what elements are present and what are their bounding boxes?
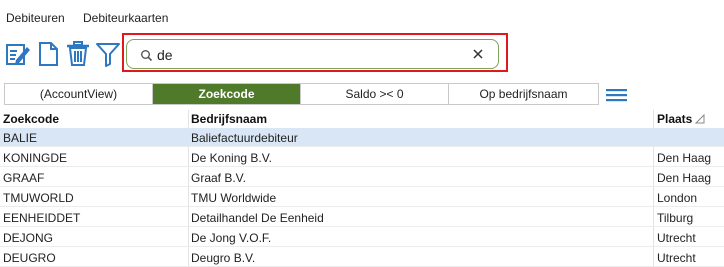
cell-zoekcode: GRAAF xyxy=(3,171,45,185)
cell-bedrijfsnaam: De Koning B.V. xyxy=(191,151,272,165)
cell-zoekcode: BALIE xyxy=(3,131,38,145)
menu-icon[interactable] xyxy=(605,87,628,103)
search-field[interactable] xyxy=(126,39,499,69)
clear-icon[interactable] xyxy=(472,48,484,60)
search-icon xyxy=(140,49,153,62)
sort-tabs: (AccountView) Zoekcode Saldo >< 0 Op bed… xyxy=(4,83,599,105)
cell-zoekcode: DEJONG xyxy=(3,231,54,245)
cell-zoekcode: EENHEIDDET xyxy=(3,211,81,225)
cell-zoekcode: DEUGRO xyxy=(3,251,56,265)
search-input[interactable] xyxy=(157,45,457,65)
table-row[interactable]: BALIE Baliefactuurdebiteur xyxy=(0,128,724,147)
table-row[interactable]: EENHEIDDET Detailhandel De Eenheid Tilbu… xyxy=(0,208,724,227)
table-row[interactable]: DEUGRO Deugro B.V. Utrecht xyxy=(0,248,724,267)
cell-plaats: Den Haag xyxy=(657,151,712,165)
delete-icon[interactable] xyxy=(65,40,91,68)
table-row[interactable]: DEJONG De Jong V.O.F. Utrecht xyxy=(0,228,724,247)
column-header-zoekcode[interactable]: Zoekcode xyxy=(3,112,59,126)
sort-indicator-icon xyxy=(694,113,705,127)
cell-bedrijfsnaam: De Jong V.O.F. xyxy=(191,231,272,245)
tab-accountview[interactable]: (AccountView) xyxy=(5,84,153,104)
column-header-bedrijfsnaam[interactable]: Bedrijfsnaam xyxy=(191,112,267,126)
cell-bedrijfsnaam: Baliefactuurdebiteur xyxy=(191,131,298,145)
cell-bedrijfsnaam: TMU Worldwide xyxy=(191,191,277,205)
cell-plaats: Utrecht xyxy=(657,231,696,245)
column-header-plaats[interactable]: Plaats xyxy=(657,112,692,126)
menu-debiteuren[interactable]: Debiteuren xyxy=(6,11,65,25)
table-row[interactable]: GRAAF Graaf B.V. Den Haag xyxy=(0,168,724,187)
cell-bedrijfsnaam: Detailhandel De Eenheid xyxy=(191,211,324,225)
menu-bar: Debiteuren Debiteurkaarten xyxy=(0,0,724,32)
tab-saldo[interactable]: Saldo >< 0 xyxy=(301,84,449,104)
cell-zoekcode: TMUWORLD xyxy=(3,191,74,205)
cell-bedrijfsnaam: Deugro B.V. xyxy=(191,251,256,265)
new-document-icon[interactable] xyxy=(36,40,62,68)
grid-header: Zoekcode Bedrijfsnaam Plaats xyxy=(0,110,724,129)
cell-zoekcode: KONINGDE xyxy=(3,151,68,165)
cell-plaats: Tilburg xyxy=(657,211,694,225)
cell-plaats: London xyxy=(657,191,698,205)
cell-plaats: Den Haag xyxy=(657,171,712,185)
menu-debiteurkaarten[interactable]: Debiteurkaarten xyxy=(83,11,168,25)
tab-zoekcode[interactable]: Zoekcode xyxy=(153,84,301,104)
cell-plaats: Utrecht xyxy=(657,251,696,265)
edit-icon[interactable] xyxy=(5,40,31,68)
tab-op-bedrijfsnaam[interactable]: Op bedrijfsnaam xyxy=(449,84,598,104)
filter-icon[interactable] xyxy=(95,40,121,68)
table-row[interactable]: TMUWORLD TMU Worldwide London xyxy=(0,188,724,207)
table-row[interactable]: KONINGDE De Koning B.V. Den Haag xyxy=(0,148,724,167)
cell-bedrijfsnaam: Graaf B.V. xyxy=(191,171,246,185)
